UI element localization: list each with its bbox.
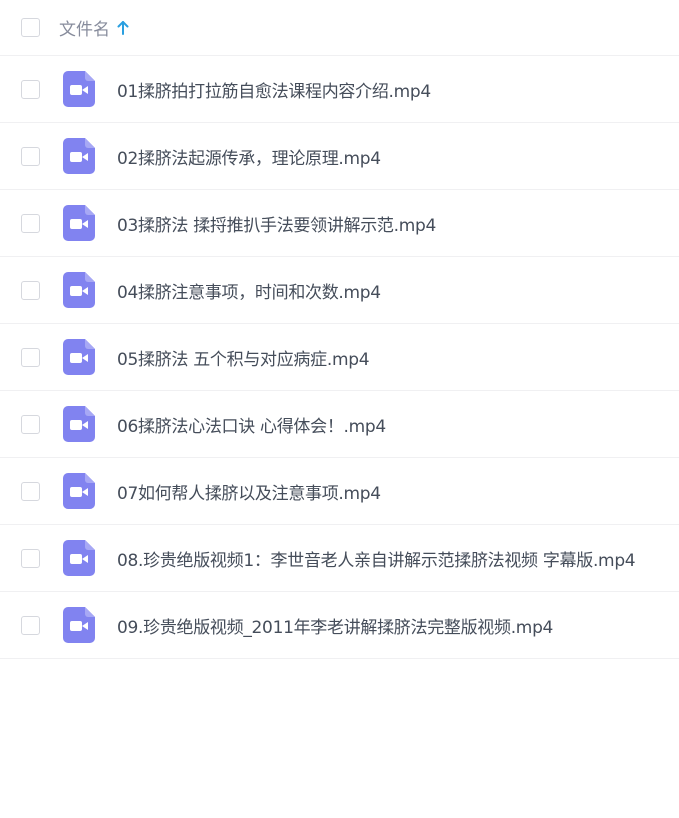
- video-file-icon: [63, 272, 95, 308]
- file-name[interactable]: 07如何帮人揉脐以及注意事项.mp4: [117, 479, 381, 504]
- file-name[interactable]: 05揉脐法 五个积与对应病症.mp4: [117, 345, 370, 370]
- row-checkbox[interactable]: [21, 280, 40, 300]
- video-file-icon: [63, 138, 95, 174]
- file-name[interactable]: 03揉脐法 揉捋推扒手法要领讲解示范.mp4: [117, 211, 436, 236]
- file-name[interactable]: 01揉脐拍打拉筋自愈法课程内容介绍.mp4: [117, 77, 431, 102]
- list-item[interactable]: 03揉脐法 揉捋推扒手法要领讲解示范.mp4: [0, 190, 679, 257]
- file-name[interactable]: 02揉脐法起源传承，理论原理.mp4: [117, 144, 381, 169]
- file-name[interactable]: 09.珍贵绝版视频_2011年李老讲解揉脐法完整版视频.mp4: [117, 613, 553, 638]
- list-item[interactable]: 01揉脐拍打拉筋自愈法课程内容介绍.mp4: [0, 56, 679, 123]
- file-name[interactable]: 08.珍贵绝版视频1：李世音老人亲自讲解示范揉脐法视频 字幕版.mp4: [117, 546, 636, 571]
- row-checkbox[interactable]: [21, 146, 40, 166]
- row-checkbox[interactable]: [21, 347, 40, 367]
- arrow-up-icon[interactable]: [117, 20, 129, 35]
- row-checkbox[interactable]: [21, 548, 40, 568]
- row-checkbox[interactable]: [21, 615, 40, 635]
- file-rows: 01揉脐拍打拉筋自愈法课程内容介绍.mp4 02揉脐法起源传承，理论原理.mp4…: [0, 56, 679, 659]
- list-header: 文件名: [0, 0, 679, 56]
- list-item[interactable]: 09.珍贵绝版视频_2011年李老讲解揉脐法完整版视频.mp4: [0, 592, 679, 659]
- video-file-icon: [63, 339, 95, 375]
- file-name[interactable]: 04揉脐注意事项，时间和次数.mp4: [117, 278, 381, 303]
- video-file-icon: [63, 406, 95, 442]
- list-item[interactable]: 08.珍贵绝版视频1：李世音老人亲自讲解示范揉脐法视频 字幕版.mp4: [0, 525, 679, 592]
- file-name[interactable]: 06揉脐法心法口诀 心得体会！.mp4: [117, 412, 386, 437]
- row-checkbox[interactable]: [21, 481, 40, 501]
- video-file-icon: [63, 205, 95, 241]
- file-list: 文件名 01揉脐拍打拉筋自愈法课程内容介绍.mp4 02揉脐法起源传承，理论原理…: [0, 0, 679, 659]
- select-all-checkbox[interactable]: [21, 18, 40, 37]
- list-item[interactable]: 07如何帮人揉脐以及注意事项.mp4: [0, 458, 679, 525]
- list-item[interactable]: 05揉脐法 五个积与对应病症.mp4: [0, 324, 679, 391]
- row-checkbox[interactable]: [21, 79, 40, 99]
- list-item[interactable]: 02揉脐法起源传承，理论原理.mp4: [0, 123, 679, 190]
- filename-column-label: 文件名: [59, 20, 110, 40]
- video-file-icon: [63, 473, 95, 509]
- filename-column-header[interactable]: 文件名: [59, 15, 129, 40]
- list-item[interactable]: 04揉脐注意事项，时间和次数.mp4: [0, 257, 679, 324]
- video-file-icon: [63, 540, 95, 576]
- video-file-icon: [63, 607, 95, 643]
- row-checkbox[interactable]: [21, 414, 40, 434]
- row-checkbox[interactable]: [21, 213, 40, 233]
- list-item[interactable]: 06揉脐法心法口诀 心得体会！.mp4: [0, 391, 679, 458]
- video-file-icon: [63, 71, 95, 107]
